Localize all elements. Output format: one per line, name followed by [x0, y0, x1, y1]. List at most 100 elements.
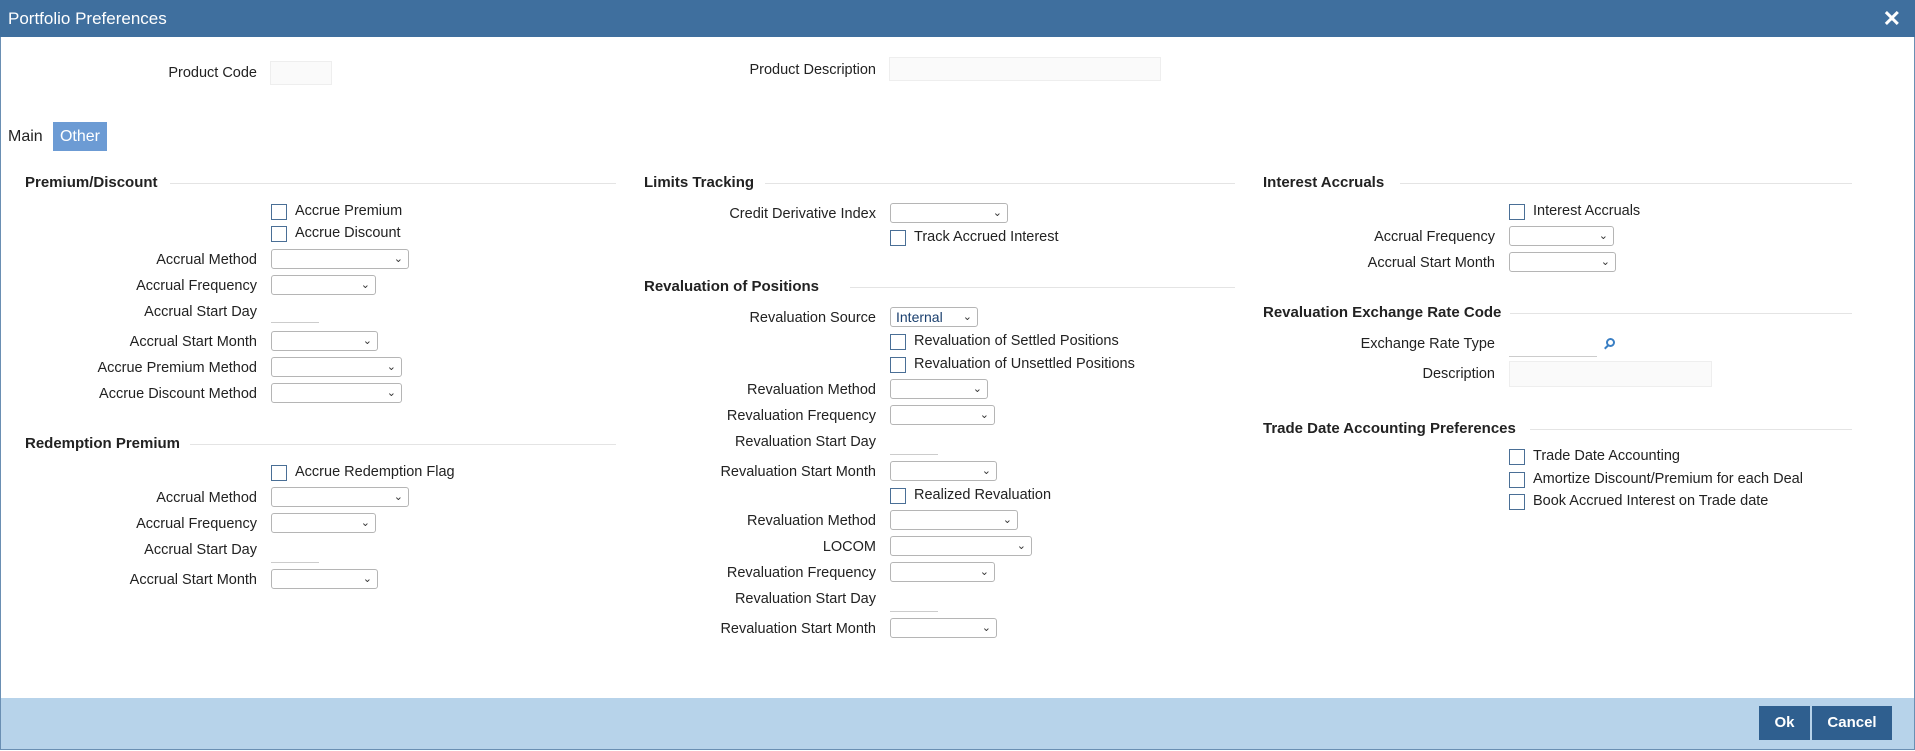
- redemption-premium-title: Redemption Premium: [25, 435, 181, 452]
- revaluation-title: Revaluation of Positions: [644, 278, 820, 295]
- accrual-start-month-label: Accrual Start Month: [129, 334, 257, 350]
- book-accrued-checkbox[interactable]: [1509, 494, 1525, 510]
- section-divider: [1530, 429, 1852, 430]
- revaluation-start-day-label: Revaluation Start Day: [734, 434, 876, 450]
- footer-bar: [1, 698, 1914, 749]
- realized-revaluation-start-day-label: Revaluation Start Day: [734, 591, 876, 607]
- accrual-method-select[interactable]: ⌄: [271, 487, 409, 507]
- exchange-rate-type-label: Exchange Rate Type: [1360, 336, 1495, 352]
- section-divider: [190, 444, 616, 445]
- accrual-start-month-label: Accrual Start Month: [129, 572, 257, 588]
- accrual-method-label: Accrual Method: [156, 252, 257, 268]
- product-code-input[interactable]: [270, 61, 332, 85]
- realized-revaluation-start-day-input[interactable]: [890, 593, 938, 612]
- credit-derivative-index-label: Credit Derivative Index: [729, 206, 876, 222]
- description-label: Description: [1422, 366, 1495, 382]
- revaluation-frequency-select[interactable]: ⌄: [890, 405, 995, 425]
- ia-accrual-start-month-select[interactable]: ⌄: [1509, 252, 1616, 272]
- revaluation-frequency-label: Revaluation Frequency: [726, 408, 876, 424]
- tab-other[interactable]: Other: [53, 122, 107, 151]
- track-accrued-interest-checkbox[interactable]: [890, 230, 906, 246]
- interest-accruals-title: Interest Accruals: [1263, 174, 1385, 191]
- accrue-premium-checkbox[interactable]: [271, 204, 287, 220]
- close-icon[interactable]: ✕: [1883, 6, 1901, 32]
- amortize-label: Amortize Discount/Premium for each Deal: [1533, 471, 1803, 487]
- section-divider: [170, 183, 616, 184]
- ia-accrual-frequency-label: Accrual Frequency: [1374, 229, 1495, 245]
- trade-date-accounting-label: Trade Date Accounting: [1533, 448, 1680, 464]
- settled-positions-label: Revaluation of Settled Positions: [914, 333, 1119, 349]
- description-input[interactable]: [1509, 361, 1712, 387]
- interest-accruals-checkbox[interactable]: [1509, 204, 1525, 220]
- realized-revaluation-frequency-select[interactable]: ⌄: [890, 562, 995, 582]
- trade-date-accounting-checkbox[interactable]: [1509, 449, 1525, 465]
- revaluation-source-label: Revaluation Source: [749, 310, 876, 326]
- locom-select[interactable]: ⌄: [890, 536, 1032, 556]
- accrual-frequency-label: Accrual Frequency: [136, 278, 257, 294]
- revaluation-source-select[interactable]: Internal ⌄: [890, 307, 978, 327]
- product-description-input[interactable]: [889, 57, 1161, 81]
- book-accrued-label: Book Accrued Interest on Trade date: [1533, 493, 1769, 509]
- accrue-premium-label: Accrue Premium: [295, 203, 403, 219]
- revaluation-method-label: Revaluation Method: [747, 382, 876, 398]
- tab-main[interactable]: Main: [8, 128, 43, 146]
- unsettled-positions-label: Revaluation of Unsettled Positions: [914, 356, 1135, 372]
- realized-revaluation-method-label: Revaluation Method: [747, 513, 876, 529]
- realized-revaluation-start-month-label: Revaluation Start Month: [720, 621, 876, 637]
- window-title: Portfolio Preferences: [8, 9, 167, 28]
- accrual-start-month-select[interactable]: ⌄: [271, 569, 378, 589]
- ia-accrual-frequency-select[interactable]: ⌄: [1509, 226, 1614, 246]
- accrue-discount-method-select[interactable]: ⌄: [271, 383, 402, 403]
- accrual-start-month-select[interactable]: ⌄: [271, 331, 378, 351]
- section-divider: [1400, 183, 1852, 184]
- unsettled-positions-checkbox[interactable]: [890, 357, 906, 373]
- accrual-method-select[interactable]: ⌄: [271, 249, 409, 269]
- accrual-start-day-label: Accrual Start Day: [144, 304, 257, 320]
- revaluation-start-day-input[interactable]: [890, 436, 938, 455]
- accrual-start-day-input[interactable]: [271, 544, 319, 563]
- accrue-premium-method-select[interactable]: ⌄: [271, 357, 402, 377]
- cancel-button[interactable]: Cancel: [1812, 706, 1892, 740]
- accrual-method-label: Accrual Method: [156, 490, 257, 506]
- ok-button[interactable]: Ok: [1759, 706, 1810, 740]
- accrue-premium-method-label: Accrue Premium Method: [97, 360, 257, 376]
- accrue-discount-label: Accrue Discount: [295, 225, 401, 241]
- section-divider: [1510, 313, 1852, 314]
- exchange-rate-type-input[interactable]: [1509, 338, 1597, 357]
- accrual-frequency-label: Accrual Frequency: [136, 516, 257, 532]
- realized-revaluation-start-month-select[interactable]: ⌄: [890, 618, 997, 638]
- credit-derivative-index-select[interactable]: ⌄: [890, 203, 1008, 223]
- accrual-frequency-select[interactable]: ⌄: [271, 275, 376, 295]
- exchange-rate-title: Revaluation Exchange Rate Code: [1263, 304, 1502, 321]
- premium-discount-title: Premium/Discount: [25, 174, 158, 191]
- locom-label: LOCOM: [822, 539, 876, 555]
- realized-revaluation-label: Realized Revaluation: [914, 487, 1052, 503]
- ia-accrual-start-month-label: Accrual Start Month: [1367, 255, 1495, 271]
- section-divider: [850, 287, 1235, 288]
- title-bar: Portfolio Preferences ✕: [0, 0, 1915, 37]
- accrue-discount-checkbox[interactable]: [271, 226, 287, 242]
- amortize-checkbox[interactable]: [1509, 472, 1525, 488]
- settled-positions-checkbox[interactable]: [890, 334, 906, 350]
- interest-accruals-label: Interest Accruals: [1533, 203, 1641, 219]
- section-divider: [765, 183, 1235, 184]
- accrual-start-day-input[interactable]: [271, 304, 319, 323]
- realized-revaluation-checkbox[interactable]: [890, 488, 906, 504]
- product-code-label: Product Code: [168, 65, 257, 81]
- product-description-label: Product Description: [749, 62, 876, 78]
- accrue-redemption-flag-checkbox[interactable]: [271, 465, 287, 481]
- realized-revaluation-method-select[interactable]: ⌄: [890, 510, 1018, 530]
- realized-revaluation-frequency-label: Revaluation Frequency: [726, 565, 876, 581]
- track-accrued-interest-label: Track Accrued Interest: [914, 229, 1059, 245]
- revaluation-start-month-select[interactable]: ⌄: [890, 461, 997, 481]
- trade-date-title: Trade Date Accounting Preferences: [1263, 420, 1516, 437]
- revaluation-method-select[interactable]: ⌄: [890, 379, 988, 399]
- revaluation-start-month-label: Revaluation Start Month: [720, 464, 876, 480]
- accrual-frequency-select[interactable]: ⌄: [271, 513, 376, 533]
- revaluation-source-value: Internal: [896, 309, 943, 325]
- accrual-start-day-label: Accrual Start Day: [144, 542, 257, 558]
- accrue-redemption-flag-label: Accrue Redemption Flag: [295, 464, 455, 480]
- limits-tracking-title: Limits Tracking: [644, 174, 755, 191]
- search-icon[interactable]: [1606, 338, 1615, 347]
- accrue-discount-method-label: Accrue Discount Method: [99, 386, 257, 402]
